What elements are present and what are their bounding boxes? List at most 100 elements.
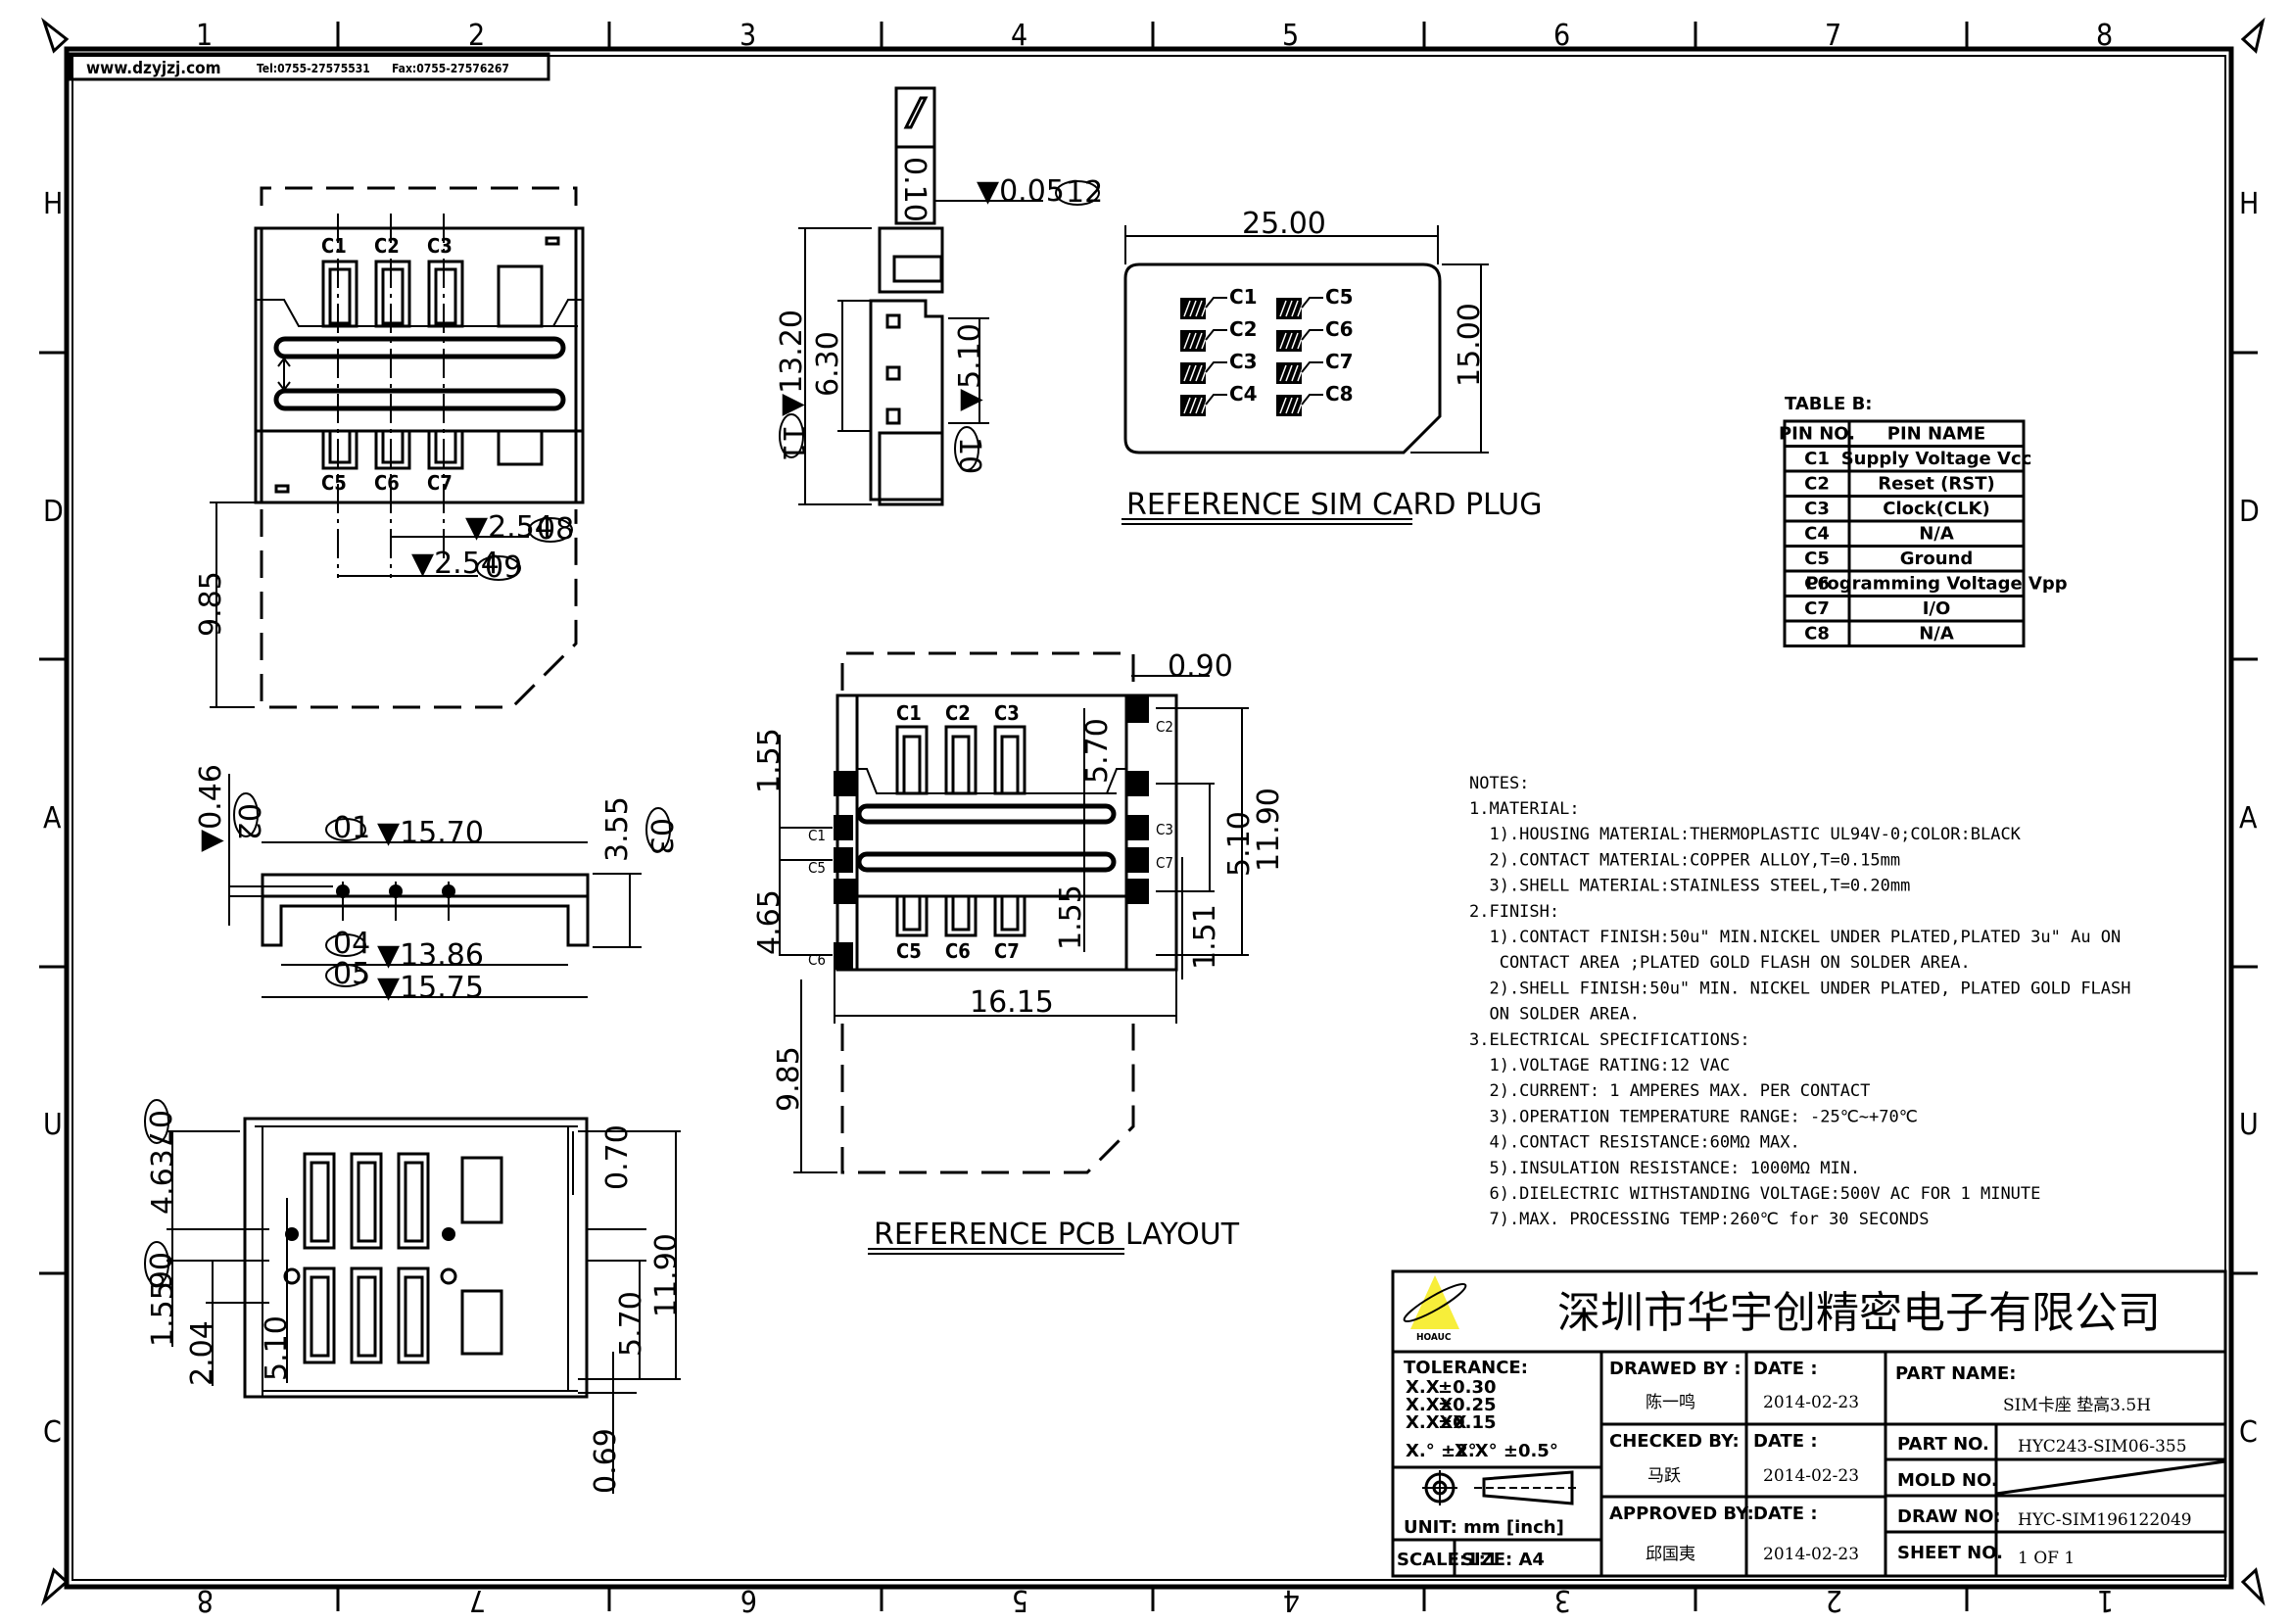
flatness-value: 0.10 [897,157,931,222]
pin-label: C5 [321,471,347,495]
draw-no-label: DRAW NO: [1897,1506,2001,1527]
ref-balloon: 09 [485,550,522,585]
table-row: C1 Supply Voltage Vcc [1804,449,2031,469]
sim-card-outline [1123,263,1442,454]
pin-name-cell: I/O [1923,598,1951,619]
row-label: D [2239,495,2260,529]
projection-symbol-icon [1422,1470,1577,1505]
sim-contact-label: C5 [1325,285,1354,309]
sim-contact-label: C2 [1229,317,1258,341]
table-header-row: PIN NO. PIN NAME [1779,424,1985,445]
ref-balloon: 02 [231,803,265,840]
date-value: 2014-02-23 [1763,1545,1859,1564]
side-pin-label: C6 [808,951,826,969]
dimension-0-70: 0.70 [600,1124,635,1190]
pin-label: C1 [896,701,922,725]
note-line: 6).DIELECTRIC WITHSTANDING VOLTAGE:500V … [1469,1184,2040,1204]
table-b-title: TABLE B: [1785,394,1872,414]
date-label: DATE : [1753,1431,1818,1452]
pin-label: C6 [945,939,971,963]
date-value: 2014-02-23 [1763,1393,1859,1412]
side-pin-label: C1 [808,827,826,844]
bottom-view: 4.63 07 1.55 06 2.04 5.10 0.70 11.90 5.7… [142,1099,684,1494]
table-row: C8 N/A [1804,624,1954,645]
pin-no-cell: C2 [1804,474,1830,495]
dimension-0-90: 0.90 [1168,649,1233,684]
column-label: 7 [469,1583,486,1617]
front-view: 01 ▼15.70 ▼0.46 02 3.55 03 04 ▼13.86 05 … [194,764,678,1005]
dimension-15-75: ▼15.75 [377,971,484,1005]
pin-label: C2 [374,234,400,258]
approved-by-value: 邱国夷 [1646,1545,1695,1564]
ref-balloon: 08 [537,512,574,547]
ref-balloon: 06 [142,1252,176,1289]
column-label: 4 [1283,1583,1300,1617]
row-label: H [2239,187,2259,221]
note-line: 2.FINISH: [1469,902,1559,922]
corner-marker-icon [2240,1567,2266,1606]
pin-name-cell: Supply Voltage Vcc [1841,449,2032,469]
note-line: 3).OPERATION TEMPERATURE RANGE: -25℃~+70… [1469,1107,1918,1126]
pin-no-cell: C5 [1804,549,1830,569]
sim-contact-label: C7 [1325,350,1354,373]
dimension-card-extension: 9.85 [194,571,228,637]
reference-sim-card: 25.00 15.00 C1 C2 C3 C4 C5 C6 C7 C8 REFERENCE S… [1122,207,1542,525]
dimension-0-46: ▼0.46 [194,764,228,852]
pcb-layout: C1 C2 C3 C5 C6 C7 C1 C5 C6 C2 C3 C7 0.90… [752,649,1286,1255]
sim-contact-label: C8 [1325,382,1354,406]
notes: NOTES: 1.MATERIAL: 1).HOUSING MATERIAL:T… [1469,774,2131,1229]
pin-name-cell: Programming Voltage Vpp [1805,574,2067,595]
column-label: 4 [1011,19,1027,53]
pin-label: C6 [374,471,400,495]
engineering-drawing-sheet: 1 2 3 4 5 6 7 8 8 7 6 5 4 3 2 1 H D A U … [0,0,2291,1620]
table-row: C2 Reset (RST) [1804,474,1995,495]
dimension-11-90: 11.90 [1252,788,1286,872]
column-label: 8 [2096,19,2113,53]
corner-marker-icon [41,17,70,54]
part-name-value: SIM卡座 垫高3.5H [2003,1396,2151,1415]
part-no-value: HYC243-SIM06-355 [2018,1437,2187,1457]
dimension-1-55-left: 1.55 [752,728,787,793]
pin-label: C3 [427,234,453,258]
sim-contact-label: C3 [1229,350,1258,373]
pin-label: C7 [427,471,453,495]
sim-contact-label: C4 [1229,382,1258,406]
row-label: H [43,187,63,221]
pin-no-cell: C3 [1804,499,1830,519]
note-line: 4).CONTACT RESISTANCE:60MΩ MAX. [1469,1133,1800,1153]
unit-label: UNIT: mm [inch] [1404,1517,1564,1538]
mold-no-label: MOLD NO. [1897,1470,1998,1491]
column-label: 6 [740,1583,757,1617]
dimension-15-70: ▼15.70 [377,816,484,850]
pin-no-cell: C7 [1804,598,1830,619]
side-pin-label: C5 [808,859,826,877]
note-line: 1).HOUSING MATERIAL:THERMOPLASTIC UL94V-… [1469,825,2022,844]
column-label: 5 [1012,1583,1028,1617]
note-line: 1).CONTACT FINISH:50u" MIN.NICKEL UNDER … [1469,928,2121,947]
notes-title: NOTES: [1469,774,1529,793]
column-label: 5 [1282,19,1299,53]
row-label: A [2239,801,2258,836]
pin-no-cell: C8 [1804,624,1830,645]
dimension-0-69: 0.69 [589,1428,623,1494]
table-row: C6Programming Voltage Vpp [1804,574,2068,595]
note-line: 2).SHELL FINISH:50u" MIN. NICKEL UNDER P… [1469,979,2131,998]
size-label: SIZE: A4 [1461,1550,1545,1570]
pin-no-cell: PIN NO. [1779,424,1855,445]
dimension-5-10: ▼5.10 [953,323,987,411]
pin-label: C2 [945,701,971,725]
date-label: DATE : [1753,1504,1818,1524]
side-pin-label: C3 [1156,821,1173,838]
dimension-3-55: 3.55 [600,796,635,862]
column-label: 2 [1826,1583,1842,1617]
side-pin-label: C7 [1156,854,1173,872]
note-line: ON SOLDER AREA. [1469,1005,1640,1025]
dimension-1-51: 1.51 [1188,904,1222,970]
ref-balloon: 12 [1066,175,1103,210]
row-label: U [2239,1108,2259,1142]
logo-text: HOAUC [1416,1332,1452,1343]
column-label: 6 [1553,19,1570,53]
row-label: A [43,801,62,836]
drawing-canvas: 1 2 3 4 5 6 7 8 8 7 6 5 4 3 2 1 H D A U … [39,17,2266,1617]
pin-label: C5 [896,939,922,963]
